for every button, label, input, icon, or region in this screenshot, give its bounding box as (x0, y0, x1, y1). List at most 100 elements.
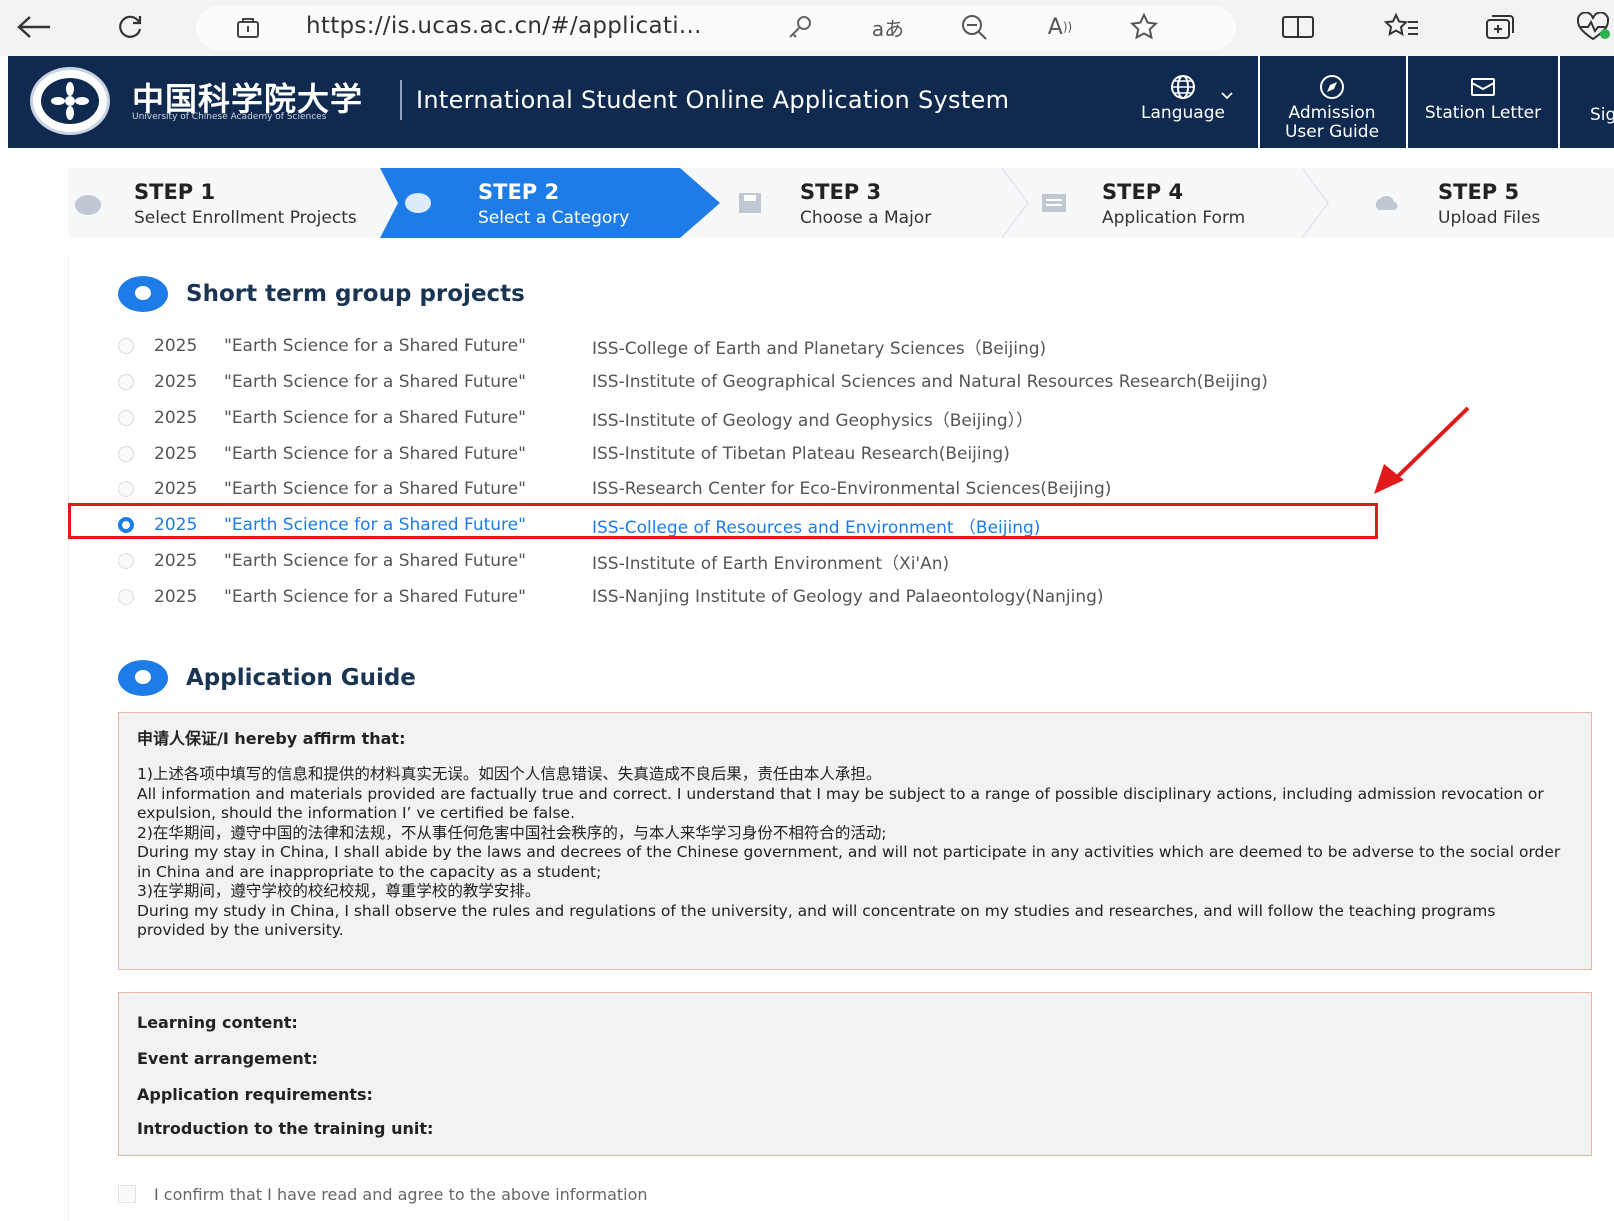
split-screen-icon[interactable] (1276, 10, 1320, 44)
site-info-icon[interactable] (232, 10, 264, 44)
project-unit: ISS-Institute of Tibetan Plateau Researc… (592, 444, 1010, 464)
project-unit: ISS-Research Center for Eco-Environmenta… (592, 479, 1112, 499)
project-option[interactable]: 2025 "Earth Science for a Shared Future" I… (118, 331, 1046, 361)
project-radio[interactable] (118, 446, 134, 462)
admission-guide-label-2: User Guide (1284, 122, 1380, 142)
project-radio[interactable] (118, 338, 134, 354)
cloud-upload-icon (1375, 195, 1398, 211)
read-aloud-icon[interactable]: A)) (1040, 10, 1080, 44)
step-4-subtitle: Application Form (1102, 208, 1246, 228)
project-unit: ISS-Nanjing Institute of Geology and Pal… (592, 587, 1104, 607)
project-unit: ISS-Institute of Geographical Sciences a… (592, 372, 1268, 392)
sign-out-button[interactable]: Sig (1562, 56, 1614, 148)
project-year: 2025 (154, 551, 198, 571)
project-name: "Earth Science for a Shared Future" (224, 587, 526, 607)
project-info-box: Learning content: Event arrangement: App… (118, 992, 1592, 1156)
project-radio[interactable] (118, 374, 134, 390)
affirmation-paragraph: 3)在学期间，遵守学校的校纪校规，尊重学校的教学安排。 (137, 882, 541, 900)
language-label: Language (1141, 103, 1225, 123)
affirmation-paragraph: During my study in China, I shall observ… (137, 901, 1496, 940)
admission-guide-label-1: Admission (1288, 103, 1376, 123)
project-year: 2025 (154, 372, 198, 392)
university-seal-logo[interactable] (30, 67, 110, 135)
favorite-icon[interactable] (1124, 10, 1164, 44)
envelope-icon (1471, 78, 1495, 96)
header-divider (400, 80, 402, 120)
language-button[interactable]: Language (1124, 56, 1242, 148)
step-4-title: STEP 4 (1102, 180, 1184, 204)
affirmation-paragraph: During my stay in China, I shall abide b… (137, 843, 1561, 881)
affirmation-heading: 申请人保证/I hereby affirm that: (137, 729, 406, 748)
section-chat-icon (118, 660, 168, 696)
chat-icon (405, 193, 431, 213)
step-2[interactable]: STEP 2 Select a Category (400, 168, 700, 238)
sign-out-label: Sig (1590, 105, 1614, 125)
selected-project-highlight (68, 503, 1378, 539)
project-radio[interactable] (118, 410, 134, 426)
form-icon (1042, 194, 1066, 212)
project-radio[interactable] (118, 589, 134, 605)
collections-icon[interactable] (1478, 10, 1522, 44)
project-name: "Earth Science for a Shared Future" (224, 551, 526, 571)
performance-icon[interactable] (1572, 10, 1614, 44)
favorites-list-icon[interactable] (1380, 10, 1424, 44)
admission-guide-button[interactable]: Admission User Guide (1260, 56, 1404, 148)
step-3[interactable]: STEP 3 Choose a Major (736, 168, 1006, 238)
step-3-subtitle: Choose a Major (800, 208, 932, 228)
project-unit: ISS-Institute of Geology and Geophysics（… (592, 410, 1034, 431)
step-1-subtitle: Select Enrollment Projects (134, 208, 357, 228)
red-arrow-annotation (1374, 406, 1470, 494)
station-letter-label: Station Letter (1424, 103, 1542, 123)
zoom-out-icon[interactable] (956, 10, 992, 44)
confirm-agreement[interactable]: I confirm that I have read and agree to … (118, 1182, 648, 1206)
confirm-checkbox[interactable] (118, 1185, 136, 1203)
affirmation-paragraph: All information and materials provided a… (137, 784, 1544, 823)
step-2-subtitle: Select a Category (478, 208, 630, 228)
step-5[interactable]: STEP 5 Upload Files (1370, 168, 1610, 238)
section-chat-icon (118, 276, 168, 312)
translate-icon[interactable]: aあ (866, 10, 910, 44)
learning-content-label: Learning content: (137, 1013, 298, 1032)
project-option[interactable]: 2025 "Earth Science for a Shared Future" I… (118, 367, 1268, 397)
station-letter-button[interactable]: Station Letter (1408, 56, 1558, 148)
affirmation-text: 1)上述各项中填写的信息和提供的材料真实无误。如因个人信息错误、失真造成不良后果… (137, 765, 1567, 941)
project-name: "Earth Science for a Shared Future" (224, 372, 526, 392)
project-option[interactable]: 2025 "Earth Science for a Shared Future" I… (118, 474, 1111, 504)
project-name: "Earth Science for a Shared Future" (224, 479, 526, 499)
confirm-text: I confirm that I have read and agree to … (154, 1184, 648, 1204)
project-year: 2025 (154, 444, 198, 464)
step-4[interactable]: STEP 4 Application Form (1040, 168, 1310, 238)
project-name: "Earth Science for a Shared Future" (224, 408, 526, 428)
project-name: "Earth Science for a Shared Future" (224, 444, 526, 464)
project-year: 2025 (154, 336, 198, 356)
guide-section-title: Application Guide (186, 665, 416, 691)
system-title: International Student Online Application… (416, 86, 1010, 114)
project-unit: ISS-Institute of Earth Environment（Xi'An… (592, 553, 950, 574)
project-option[interactable]: 2025 "Earth Science for a Shared Future" I… (118, 403, 1033, 433)
project-year: 2025 (154, 479, 198, 499)
globe-icon (1171, 75, 1195, 99)
project-option[interactable]: 2025 "Earth Science for a Shared Future" I… (118, 582, 1104, 612)
step-5-title: STEP 5 (1438, 180, 1520, 204)
refresh-icon[interactable] (110, 10, 150, 44)
step-1-title: STEP 1 (134, 180, 216, 204)
project-year: 2025 (154, 408, 198, 428)
project-radio[interactable] (118, 481, 134, 497)
project-option[interactable]: 2025 "Earth Science for a Shared Future" I… (118, 546, 949, 576)
url-text[interactable]: https://is.ucas.ac.cn/#/applicati... (306, 13, 702, 39)
event-arrangement-label: Event arrangement: (137, 1049, 318, 1068)
step-1[interactable]: STEP 1 Select Enrollment Projects (68, 168, 368, 238)
chevron-down-icon (1220, 86, 1234, 105)
chat-icon (75, 195, 101, 215)
project-name: "Earth Science for a Shared Future" (224, 336, 526, 356)
save-icon (739, 193, 761, 213)
application-requirements-label: Application requirements: (137, 1085, 373, 1104)
key-icon[interactable] (782, 10, 818, 44)
project-radio[interactable] (118, 553, 134, 569)
back-icon[interactable] (14, 10, 54, 44)
project-option[interactable]: 2025 "Earth Science for a Shared Future" I… (118, 439, 1010, 469)
affirmation-paragraph: 2)在华期间，遵守中国的法律和法规，不从事任何危害中国社会秩序的，与本人来华学习… (137, 823, 887, 842)
affirmation-paragraph: 1)上述各项中填写的信息和提供的材料真实无误。如因个人信息错误、失真造成不良后果… (137, 765, 882, 783)
training-unit-label: Introduction to the training unit: (137, 1119, 434, 1138)
university-logo-subtitle: University of Chinese Academy of Science… (132, 112, 327, 122)
